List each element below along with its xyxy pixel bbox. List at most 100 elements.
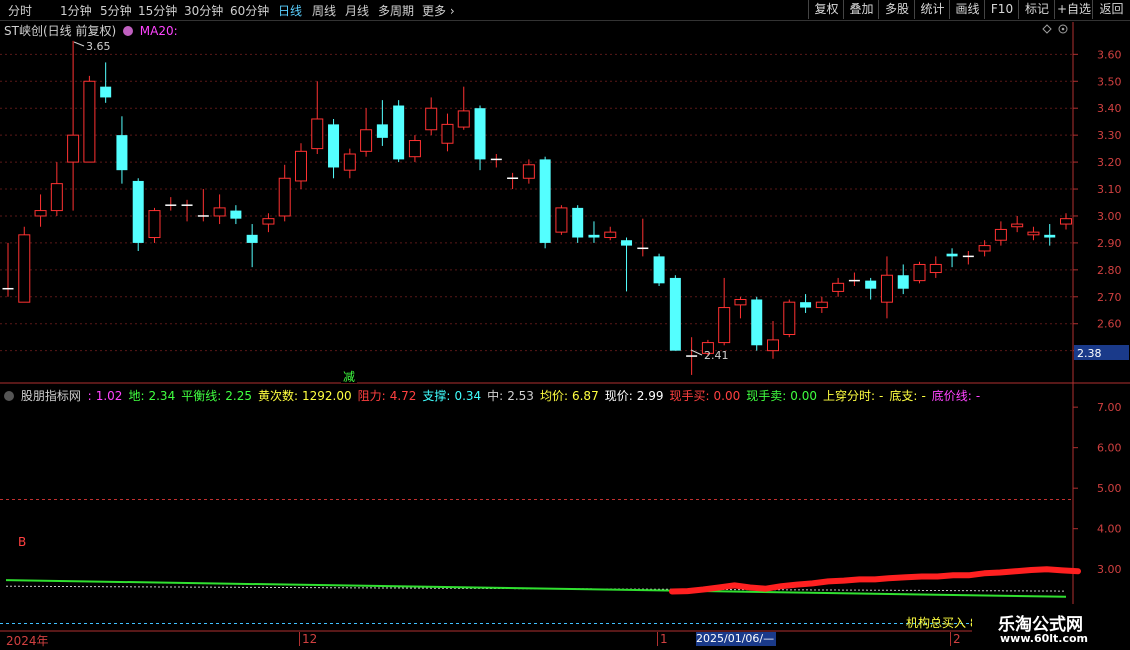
y-tick-label: 6.00 [1097, 442, 1122, 455]
indicator-item: 平衡线: 2.25 [181, 389, 255, 403]
candle [686, 337, 698, 375]
axis-divider [657, 632, 658, 646]
candle-body [34, 210, 47, 217]
high-label: 3.65 [86, 40, 111, 53]
candle-body [588, 234, 600, 238]
y-tick-label: 7.00 [1097, 401, 1122, 414]
candle-body [425, 107, 438, 131]
candle [507, 172, 519, 190]
candle [393, 100, 405, 163]
candle-body [669, 277, 681, 351]
candle [148, 207, 161, 243]
signal-char: 减 [343, 370, 355, 384]
indicator-toggle-icon[interactable] [4, 391, 14, 401]
indicator-item: 现价: 2.99 [605, 389, 667, 403]
candle [718, 277, 731, 346]
y-tick-label: 2.80 [1097, 264, 1122, 277]
indicator-item-value: 0.00 [713, 389, 741, 403]
candle [994, 221, 1007, 246]
candle-body [1011, 223, 1024, 228]
buy-marker: B [18, 535, 26, 549]
y-tick-label: 2.60 [1097, 318, 1122, 331]
candle [50, 162, 63, 216]
indicator-item-value: 2.99 [636, 389, 664, 403]
diamond-icon[interactable] [1042, 24, 1052, 34]
y-tick-label: 5.00 [1097, 482, 1122, 495]
y-tick-label: 3.10 [1097, 183, 1122, 196]
candle-body [343, 153, 356, 171]
red-band [669, 566, 1081, 595]
ground-line [5, 579, 1067, 598]
kline-chart[interactable]: 3.60 3.50 3.40 3.30 3.20 3.10 3.00 2.90 2.80 2.70… [0, 0, 1130, 650]
indicator-panel-title: 股朋指标网 :1.02 地: 2.34 平衡线: 2.25 黄次数: 1292.00 阻力: 4… [4, 387, 989, 404]
candle [555, 205, 568, 235]
candle [848, 272, 860, 287]
watermark-logo: 乐淘公式网 www.60lt.com [972, 604, 1130, 650]
candle-body [539, 159, 551, 243]
indicator-item-label: 底支: [889, 389, 918, 403]
candle-body [994, 228, 1007, 241]
candle-body [718, 307, 731, 344]
candle [865, 277, 877, 300]
indicator-item-label: 现手卖: [746, 389, 787, 403]
low-label: 2.41 [704, 349, 729, 362]
candle-body [751, 299, 763, 346]
candle-body [555, 207, 568, 233]
candle-body [929, 263, 942, 274]
settings-circle-icon[interactable] [122, 26, 133, 36]
candle [1060, 213, 1072, 230]
gear-icon[interactable] [1058, 24, 1068, 34]
candle [783, 299, 796, 338]
y-tick-label: 3.30 [1097, 129, 1122, 142]
indicator-item: 底价线: - [932, 389, 983, 403]
candle-body [311, 118, 324, 150]
y-tick-label: 3.20 [1097, 156, 1122, 169]
indicator-item: 现手买: 0.00 [669, 389, 743, 403]
candle-body [230, 210, 242, 219]
candle-body [100, 86, 112, 98]
indicator-item-label: 现价: [604, 389, 633, 403]
main-panel-frame [0, 22, 1130, 632]
indicator-item: 上穿分时: - [823, 389, 886, 403]
candle-body [246, 234, 258, 243]
y-tick-label: 3.50 [1097, 75, 1122, 88]
indicator-item: 均价: 6.87 [540, 389, 602, 403]
candle [343, 148, 356, 179]
candle-body [83, 80, 96, 163]
indicator-item-value: 6.87 [571, 389, 599, 403]
candle-body [734, 298, 747, 306]
y-tick-label: 3.60 [1097, 48, 1122, 61]
y-tick-label: 2.70 [1097, 291, 1122, 304]
indicator-item-label: 地: [128, 389, 145, 403]
candle-body [865, 280, 877, 289]
candle [230, 205, 242, 225]
candle-body [360, 129, 373, 152]
candle [880, 256, 893, 319]
candle [83, 75, 96, 163]
candle [767, 321, 780, 359]
candle-body [572, 207, 584, 238]
candle-body [913, 263, 926, 282]
current-price-tag: 2.38 [1077, 347, 1102, 360]
time-label-2024: 2024年 [6, 634, 49, 648]
candle-body [604, 231, 617, 239]
candle-body [376, 124, 388, 138]
candle [311, 81, 324, 155]
candle [929, 256, 942, 278]
indicator-item-label: 平衡线: [181, 389, 222, 403]
candle [67, 40, 80, 211]
candle [637, 218, 649, 257]
indicator-item-value: 2.34 [148, 389, 176, 403]
candle [815, 296, 828, 313]
candle [100, 62, 112, 103]
candle [165, 197, 177, 211]
indicator-item-label: 阻力: [357, 389, 386, 403]
candle [832, 277, 845, 297]
indicator-item-label: 均价: [539, 389, 568, 403]
candle [962, 250, 974, 265]
candle [1011, 215, 1024, 233]
candle [34, 194, 47, 227]
indicator-item: 地: 2.34 [128, 389, 178, 403]
candle-body [50, 183, 63, 212]
y-tick-label: 3.00 [1097, 210, 1122, 223]
